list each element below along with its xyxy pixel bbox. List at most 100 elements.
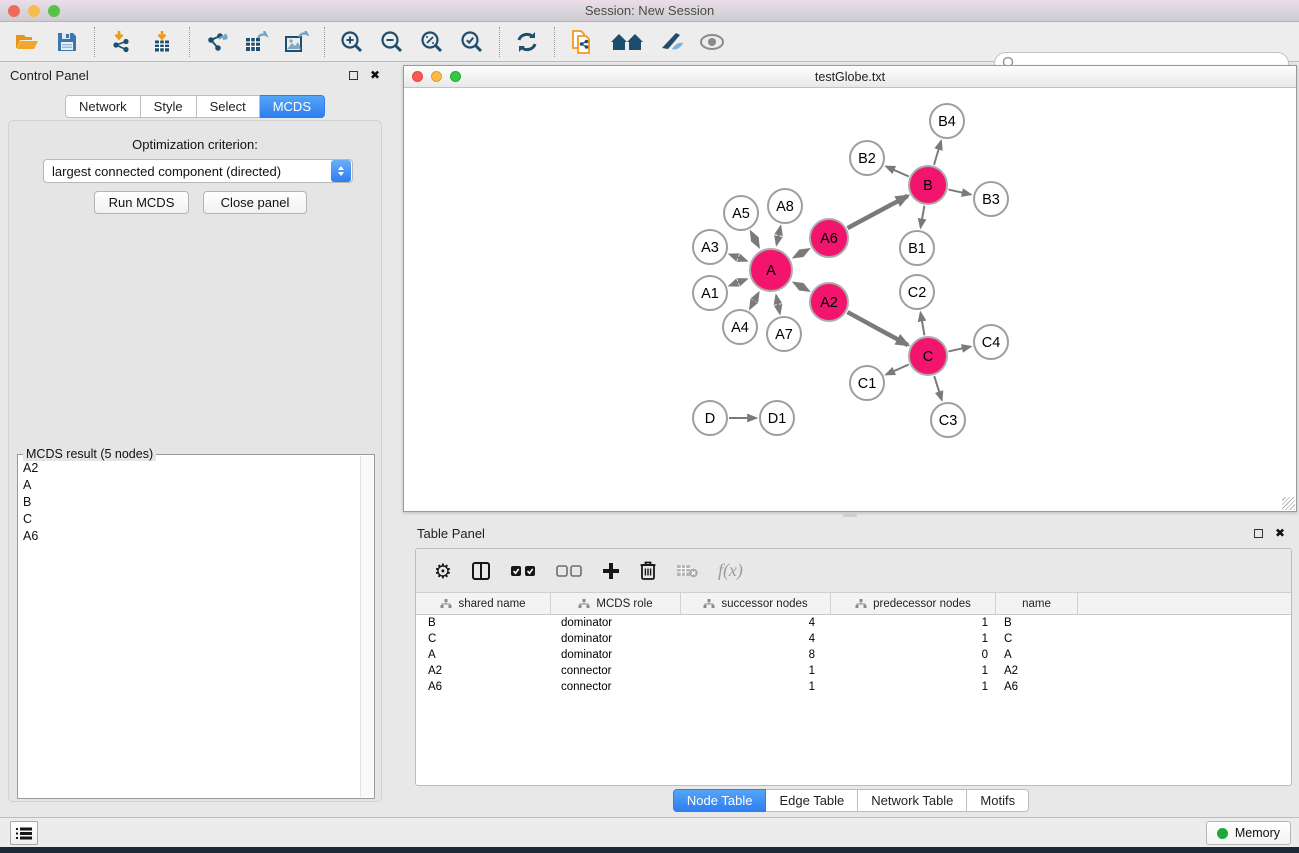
graph-node-A1[interactable]: A1 bbox=[693, 276, 727, 310]
graph-node-B4[interactable]: B4 bbox=[930, 104, 964, 138]
graph-node-D1[interactable]: D1 bbox=[760, 401, 794, 435]
edge-A-A8 bbox=[777, 227, 781, 245]
table-row[interactable]: Adominator80A bbox=[416, 647, 1291, 663]
table-cell: dominator bbox=[551, 649, 681, 661]
tab-style[interactable]: Style bbox=[141, 95, 197, 118]
tab-mcds[interactable]: MCDS bbox=[260, 95, 325, 118]
tab-node-table[interactable]: Node Table bbox=[673, 789, 767, 812]
graph-node-B1[interactable]: B1 bbox=[900, 231, 934, 265]
graph-node-A5[interactable]: A5 bbox=[724, 196, 758, 230]
tab-edge-table[interactable]: Edge Table bbox=[766, 789, 858, 812]
export-network-button[interactable] bbox=[204, 29, 230, 55]
table-row[interactable]: A6connector11A6 bbox=[416, 679, 1291, 695]
network-window-titlebar: testGlobe.txt bbox=[404, 66, 1296, 88]
table-row[interactable]: A2connector11A2 bbox=[416, 663, 1291, 679]
attribute-tree-icon bbox=[703, 599, 715, 609]
add-column-icon[interactable] bbox=[602, 562, 620, 580]
open-session-button[interactable] bbox=[14, 29, 40, 55]
mcds-result-item[interactable]: A2 bbox=[19, 459, 358, 476]
graph-node-A7[interactable]: A7 bbox=[767, 317, 801, 351]
table-cell: B bbox=[996, 617, 1078, 629]
svg-text:B1: B1 bbox=[908, 241, 926, 257]
column-header-shared-name[interactable]: shared name bbox=[416, 593, 551, 614]
edge-A-A3 bbox=[730, 254, 747, 260]
select-all-checkboxes-icon[interactable] bbox=[510, 565, 536, 577]
column-label: name bbox=[1022, 598, 1051, 610]
save-session-button[interactable] bbox=[54, 29, 80, 55]
graph-node-A6[interactable]: A6 bbox=[810, 219, 848, 257]
svg-text:A6: A6 bbox=[820, 231, 838, 247]
tab-motifs[interactable]: Motifs bbox=[967, 789, 1029, 812]
graph-node-A2[interactable]: A2 bbox=[810, 283, 848, 321]
run-mcds-button[interactable]: Run MCDS bbox=[94, 191, 189, 214]
import-table-button[interactable] bbox=[149, 29, 175, 55]
graph-node-C3[interactable]: C3 bbox=[931, 403, 965, 437]
zoom-fit-button[interactable] bbox=[419, 29, 445, 55]
show-hide-graphics-button[interactable] bbox=[699, 29, 725, 55]
svg-text:A4: A4 bbox=[731, 320, 749, 336]
home-layout-button[interactable] bbox=[609, 29, 645, 55]
tab-select[interactable]: Select bbox=[197, 95, 260, 118]
function-builder-icon[interactable]: f(x) bbox=[718, 560, 743, 581]
table-cell: A6 bbox=[416, 681, 551, 693]
graph-node-A8[interactable]: A8 bbox=[768, 189, 802, 223]
graph-node-A4[interactable]: A4 bbox=[723, 310, 757, 344]
table-row[interactable]: Cdominator41C bbox=[416, 631, 1291, 647]
split-columns-icon[interactable] bbox=[472, 562, 490, 580]
delete-table-icon[interactable] bbox=[676, 563, 698, 578]
zoom-selected-button[interactable] bbox=[459, 29, 485, 55]
splitter-handle[interactable] bbox=[843, 513, 857, 517]
network-graph: B4 B2 B B3 A5 A8 A6 B1 A3 A C2 A1 A2 A4 … bbox=[404, 88, 1296, 511]
result-list-scrollbar[interactable] bbox=[360, 456, 373, 797]
refresh-button[interactable] bbox=[514, 29, 540, 55]
column-header-MCDS-role[interactable]: MCDS role bbox=[551, 593, 681, 614]
graph-node-C2[interactable]: C2 bbox=[900, 275, 934, 309]
mcds-result-item[interactable]: A6 bbox=[19, 527, 358, 544]
column-header-predecessor-nodes[interactable]: predecessor nodes bbox=[831, 593, 996, 614]
criterion-select[interactable]: largest connected component (directed) bbox=[43, 159, 353, 183]
graph-node-C4[interactable]: C4 bbox=[974, 325, 1008, 359]
svg-text:A7: A7 bbox=[775, 327, 793, 343]
float-panel-icon[interactable] bbox=[349, 71, 358, 80]
mcds-result-item[interactable]: C bbox=[19, 510, 358, 527]
tab-network[interactable]: Network bbox=[65, 95, 141, 118]
close-panel-button[interactable]: Close panel bbox=[203, 191, 307, 214]
import-network-button[interactable] bbox=[109, 29, 135, 55]
zoom-out-button[interactable] bbox=[379, 29, 405, 55]
graph-node-A3[interactable]: A3 bbox=[693, 230, 727, 264]
delete-column-trash-icon[interactable] bbox=[640, 561, 656, 580]
zoom-in-button[interactable] bbox=[339, 29, 365, 55]
clone-network-button[interactable] bbox=[569, 29, 595, 55]
style-preview-button[interactable] bbox=[659, 29, 685, 55]
svg-text:A1: A1 bbox=[701, 286, 719, 302]
column-header-name[interactable]: name bbox=[996, 593, 1078, 614]
export-image-button[interactable] bbox=[284, 29, 310, 55]
mcds-result-item[interactable]: B bbox=[19, 493, 358, 510]
graph-node-C1[interactable]: C1 bbox=[850, 366, 884, 400]
task-history-button[interactable] bbox=[10, 821, 38, 845]
zoom-out-icon bbox=[380, 30, 404, 54]
memory-button[interactable]: Memory bbox=[1206, 821, 1291, 845]
resize-grip-icon[interactable] bbox=[1282, 497, 1295, 510]
close-table-panel-icon[interactable]: ✖ bbox=[1275, 527, 1285, 539]
column-header-successor-nodes[interactable]: successor nodes bbox=[681, 593, 831, 614]
close-panel-icon[interactable]: ✖ bbox=[370, 69, 380, 81]
mcds-result-item[interactable]: A bbox=[19, 476, 358, 493]
brush-flag-icon bbox=[660, 32, 684, 52]
export-table-button[interactable] bbox=[244, 29, 270, 55]
table-cell: dominator bbox=[551, 633, 681, 645]
table-settings-gear-icon[interactable]: ⚙ bbox=[434, 559, 452, 583]
graph-node-B[interactable]: B bbox=[909, 166, 947, 204]
table-row[interactable]: Bdominator41B bbox=[416, 615, 1291, 631]
svg-text:C2: C2 bbox=[908, 285, 927, 301]
table-body: Bdominator41BCdominator41CAdominator80AA… bbox=[416, 615, 1291, 695]
tab-network-table[interactable]: Network Table bbox=[858, 789, 967, 812]
graph-node-A[interactable]: A bbox=[750, 249, 792, 291]
graph-node-C[interactable]: C bbox=[909, 337, 947, 375]
deselect-checkboxes-icon[interactable] bbox=[556, 565, 582, 577]
graph-node-B2[interactable]: B2 bbox=[850, 141, 884, 175]
network-canvas[interactable]: B4 B2 B B3 A5 A8 A6 B1 A3 A C2 A1 A2 A4 … bbox=[404, 88, 1296, 511]
graph-node-B3[interactable]: B3 bbox=[974, 182, 1008, 216]
float-table-panel-icon[interactable] bbox=[1254, 529, 1263, 538]
graph-node-D[interactable]: D bbox=[693, 401, 727, 435]
